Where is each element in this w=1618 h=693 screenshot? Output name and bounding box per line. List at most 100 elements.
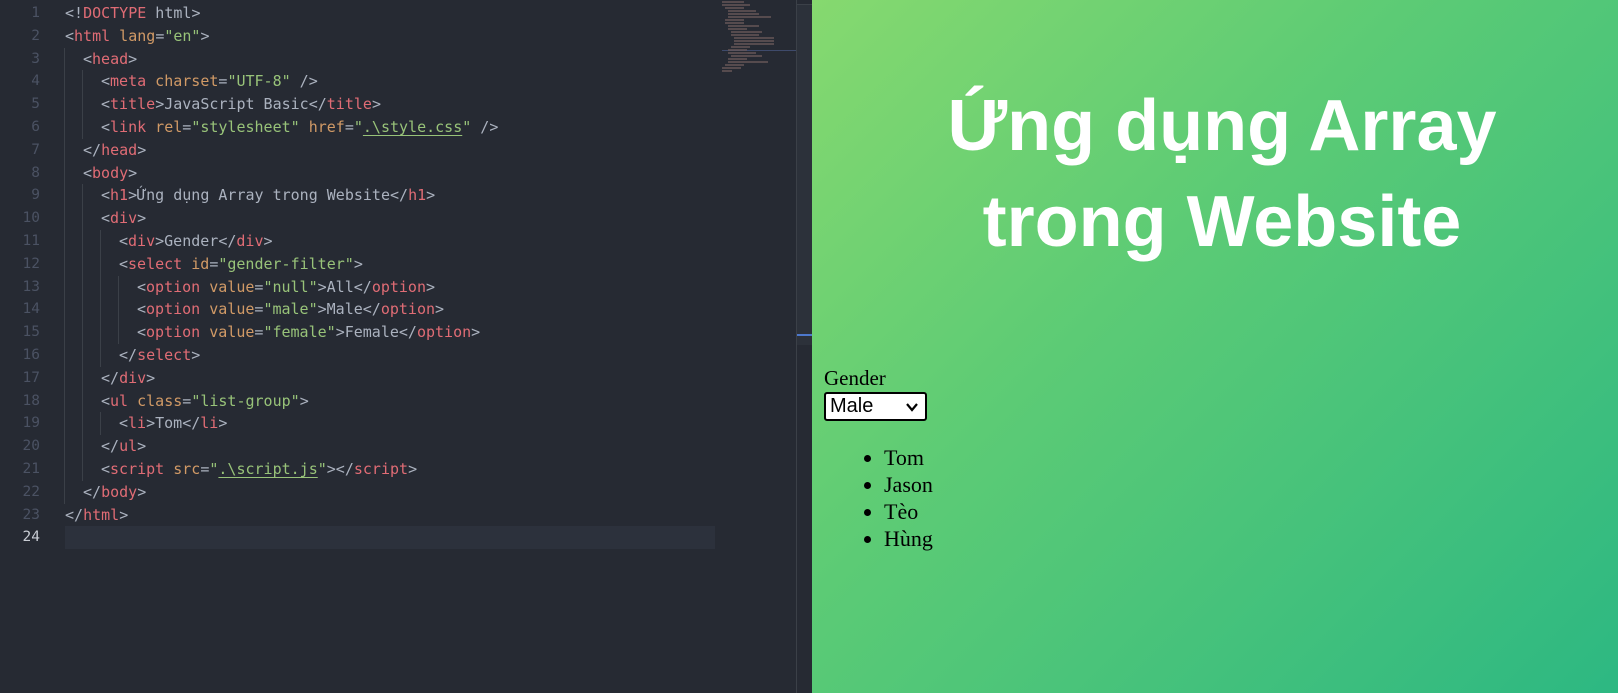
code-token: /> — [290, 72, 318, 91]
code-token: " — [317, 459, 327, 478]
code-line[interactable]: <!DOCTYPE html> — [65, 2, 715, 25]
code-token: </ — [308, 95, 327, 114]
indent-guide — [100, 412, 101, 436]
code-token: meta — [110, 72, 147, 91]
code-token: .\style.css — [362, 117, 463, 136]
code-line[interactable]: <div>Gender</div> — [64, 229, 715, 253]
code-token: ul — [110, 391, 129, 410]
indent-guide — [118, 275, 119, 299]
code-token: = — [344, 117, 354, 136]
code-token: < — [101, 391, 111, 410]
indent-guide — [64, 93, 65, 116]
code-token: option — [371, 277, 426, 296]
minimap-line — [722, 1, 744, 3]
minimap[interactable] — [722, 0, 796, 72]
code-token: > — [137, 209, 147, 228]
code-token: > — [146, 368, 156, 387]
code-line[interactable]: <h1>Ứng dụng Array trong Website</h1> — [64, 184, 715, 208]
code-line[interactable]: <link rel="stylesheet" href=".\style.css… — [64, 115, 715, 139]
code-token: body — [101, 482, 138, 501]
code-line[interactable]: </div> — [64, 366, 715, 390]
code-line[interactable]: </body> — [64, 480, 715, 504]
indent-guide — [82, 412, 83, 436]
line-number: 22 — [22, 483, 40, 500]
code-token: div — [119, 368, 147, 387]
code-token: All — [326, 277, 354, 296]
code-token: </ — [101, 437, 120, 456]
scrollbar-thumb[interactable] — [797, 4, 813, 345]
code-line[interactable]: </select> — [64, 343, 715, 367]
code-token: < — [101, 459, 111, 478]
code-line[interactable]: <head> — [64, 47, 715, 71]
indent-guide — [64, 435, 65, 458]
list-group: TomJasonTèoHùng — [824, 444, 933, 552]
line-number: 17 — [22, 369, 40, 386]
browser-preview: Ứng dụng Array trong Website Gender Male… — [812, 0, 1618, 693]
code-token: value — [200, 300, 255, 319]
code-token: > — [408, 459, 418, 478]
code-token: < — [119, 414, 129, 433]
code-line[interactable]: </head> — [64, 138, 715, 162]
code-line[interactable]: <option value="null">All</option> — [64, 275, 715, 299]
line-number: 14 — [22, 301, 40, 318]
code-line[interactable]: </html> — [65, 504, 715, 527]
indent-guide — [64, 207, 65, 230]
editor-scrollbar[interactable] — [796, 0, 813, 693]
code-token: > — [128, 186, 138, 205]
line-number: 10 — [22, 210, 40, 227]
code-token: > — [191, 4, 201, 22]
code-token: > — [218, 414, 228, 433]
line-number-gutter: 1 2 3 4 5 6 7 8 9 10 11 12 13 14 15 16 17 18 19 20 21 22 23 24 — [0, 2, 40, 549]
indent-guide — [64, 252, 65, 276]
indent-guide — [64, 275, 65, 299]
line-number: 8 — [31, 164, 40, 181]
code-token: "male" — [263, 300, 318, 319]
code-line[interactable] — [65, 526, 715, 550]
minimap-line — [722, 70, 732, 72]
indent-guide — [64, 298, 65, 322]
code-line[interactable]: <option value="male">Male</option> — [64, 298, 715, 322]
code-token: > — [471, 323, 481, 342]
indent-guide — [82, 184, 83, 208]
code-token: "UTF-8" — [227, 72, 291, 91]
code-token: < — [119, 231, 129, 250]
code-token: option — [416, 323, 472, 342]
code-token: " — [353, 117, 363, 136]
code-token: > — [128, 49, 138, 68]
code-line[interactable]: </ul> — [64, 435, 715, 458]
code-editor[interactable]: 1 2 3 4 5 6 7 8 9 10 11 12 13 14 15 16 17 18 19 20 21 22 23 24 … — [0, 0, 813, 693]
code-token: > — [335, 323, 345, 342]
minimap-line — [728, 61, 768, 63]
code-line[interactable]: <body> — [64, 161, 715, 185]
indent-guide — [82, 229, 83, 253]
code-line[interactable]: <script src=".\script.js"></script> — [64, 457, 715, 481]
code-token: id — [182, 254, 210, 273]
code-line[interactable]: <div> — [64, 207, 715, 230]
page-heading: Ứng dụng Array trong Website — [947, 86, 1497, 262]
code-token: > — [426, 186, 436, 205]
code-line[interactable]: <ul class="list-group"> — [64, 389, 715, 413]
code-line[interactable]: <meta charset="UTF-8" /> — [64, 70, 715, 94]
gender-filter-select[interactable]: Male — [824, 392, 927, 421]
code-line[interactable]: <li>Tom</li> — [64, 412, 715, 436]
code-token: </ — [182, 414, 201, 433]
code-token: title — [326, 95, 372, 114]
minimap-line — [734, 37, 774, 39]
line-number: 1 — [31, 5, 40, 21]
code-token: > — [146, 414, 156, 433]
minimap-line — [722, 67, 741, 69]
indent-guide — [82, 298, 83, 322]
minimap-line — [725, 19, 744, 21]
line-number: 2 — [31, 27, 40, 44]
code-token: option — [146, 300, 201, 319]
code-line[interactable]: <select id="gender-filter"> — [64, 252, 715, 276]
code-line[interactable]: <title>JavaScript Basic</title> — [64, 93, 715, 116]
code-area[interactable]: <!DOCTYPE html> <html lang="en"> <head> <me… — [64, 2, 715, 550]
indent-guide — [64, 161, 65, 185]
code-line[interactable]: <html lang="en"> — [65, 25, 715, 48]
code-token: ></ — [326, 459, 354, 478]
code-line[interactable]: <option value="female">Female</option> — [64, 321, 715, 344]
minimap-line — [728, 10, 756, 12]
gender-label: Gender — [824, 366, 886, 390]
code-token: > — [155, 95, 165, 114]
